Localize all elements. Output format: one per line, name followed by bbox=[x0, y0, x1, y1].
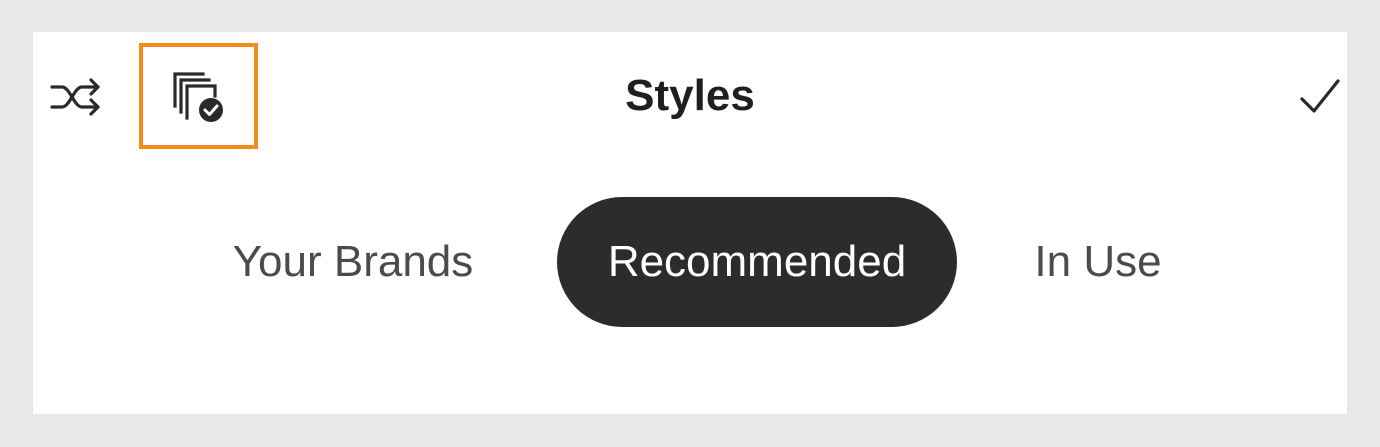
styles-panel: Styles Your Brands Recommended In Use bbox=[33, 32, 1347, 414]
tab-recommended[interactable]: Recommended bbox=[557, 197, 957, 327]
tab-in-use[interactable]: In Use bbox=[1008, 197, 1188, 327]
done-button[interactable] bbox=[1285, 62, 1355, 132]
tab-your-brands[interactable]: Your Brands bbox=[213, 197, 493, 327]
checkmark-icon bbox=[1298, 77, 1342, 117]
shuffle-button[interactable] bbox=[41, 62, 111, 132]
apply-styles-icon bbox=[169, 68, 229, 124]
shuffle-icon bbox=[48, 73, 104, 121]
style-tabs: Your Brands Recommended In Use bbox=[33, 197, 1347, 327]
apply-styles-button[interactable] bbox=[139, 43, 258, 149]
